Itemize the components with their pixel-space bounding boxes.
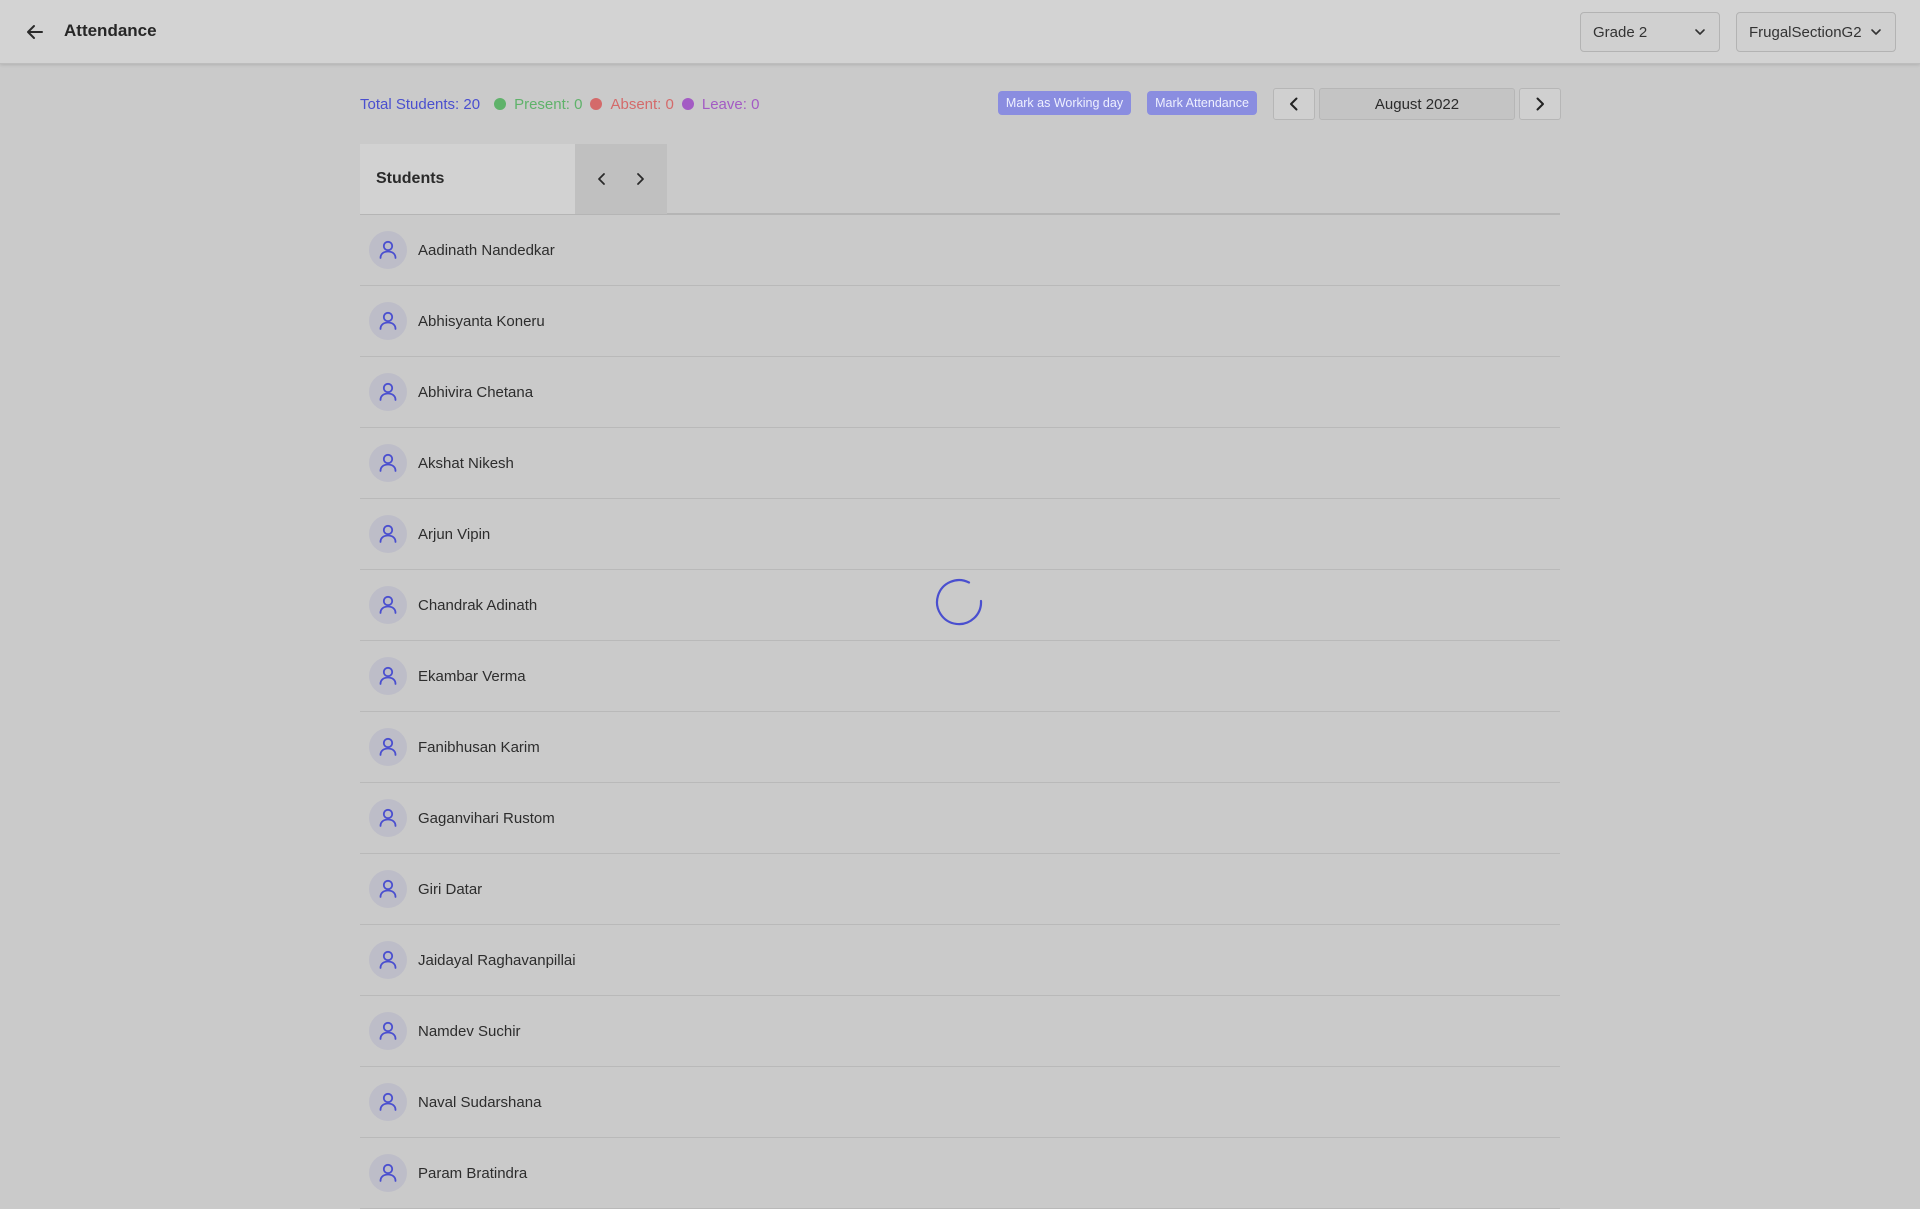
avatar <box>369 799 407 837</box>
avatar <box>369 373 407 411</box>
user-icon <box>379 524 397 543</box>
avatar <box>369 941 407 979</box>
student-list: Aadinath Nandedkar Abhisyanta Koneru Abhiv… <box>360 215 1560 1209</box>
avatar <box>369 728 407 766</box>
student-row[interactable]: Param Bratindra <box>360 1138 1560 1209</box>
student-row[interactable]: Abhisyanta Koneru <box>360 286 1560 357</box>
student-name: Gaganvihari Rustom <box>418 809 555 827</box>
grade-select-value: Grade 2 <box>1593 23 1648 41</box>
chevron-down-icon <box>1871 29 1881 35</box>
leave-count-item: Leave: 0 <box>681 95 760 113</box>
student-row[interactable]: Giri Datar <box>360 854 1560 925</box>
user-icon <box>379 1163 397 1182</box>
section-select[interactable]: FrugalSectionG2 <box>1736 12 1896 52</box>
page-title: Attendance <box>64 21 157 40</box>
student-row[interactable]: Ekambar Verma <box>360 641 1560 712</box>
chevron-right-icon <box>637 173 644 185</box>
student-name: Ekambar Verma <box>418 667 526 685</box>
user-icon <box>379 1092 397 1111</box>
student-row[interactable]: Abhivira Chetana <box>360 357 1560 428</box>
pager-next-button[interactable] <box>627 166 653 192</box>
previous-month-button[interactable] <box>1273 88 1315 120</box>
user-icon <box>379 311 397 330</box>
student-name: Aadinath Nandedkar <box>418 241 555 259</box>
avatar <box>369 515 407 553</box>
present-count: Present: 0 <box>514 95 583 113</box>
student-name: Naval Sudarshana <box>418 1093 542 1111</box>
leave-count: Leave: 0 <box>701 95 760 113</box>
user-icon <box>379 808 397 827</box>
absent-dot-icon <box>590 98 603 110</box>
student-name: Abhivira Chetana <box>418 383 534 401</box>
leave-dot-icon <box>681 98 694 110</box>
grade-select[interactable]: Grade 2 <box>1580 12 1720 52</box>
student-name: Jaidayal Raghavanpillai <box>418 951 576 969</box>
top-bar: Attendance Grade 2 FrugalSectionG2 <box>0 0 1920 64</box>
user-icon <box>379 737 397 756</box>
user-icon <box>379 595 397 614</box>
avatar <box>369 1083 407 1121</box>
student-row[interactable]: Fanibhusan Karim <box>360 712 1560 783</box>
next-month-button[interactable] <box>1519 88 1561 120</box>
chevron-left-icon <box>1290 97 1298 111</box>
current-month: August 2022 <box>1319 88 1515 120</box>
user-icon <box>379 382 397 401</box>
section-select-value: FrugalSectionG2 <box>1749 23 1862 41</box>
user-icon <box>379 950 397 969</box>
avatar <box>369 1154 407 1192</box>
student-row[interactable]: Namdev Suchir <box>360 996 1560 1067</box>
avatar <box>369 231 407 269</box>
avatar <box>369 586 407 624</box>
chevron-left-icon <box>598 173 605 185</box>
student-row[interactable]: Gaganvihari Rustom <box>360 783 1560 854</box>
student-name: Namdev Suchir <box>418 1022 521 1040</box>
student-row[interactable]: Jaidayal Raghavanpillai <box>360 925 1560 996</box>
student-row[interactable]: Aadinath Nandedkar <box>360 215 1560 286</box>
student-row[interactable]: Akshat Nikesh <box>360 428 1560 499</box>
student-name: Arjun Vipin <box>418 525 491 543</box>
students-column-header: Students <box>360 144 575 214</box>
avatar <box>369 1012 407 1050</box>
chevron-right-icon <box>1536 97 1544 111</box>
mark-attendance-button[interactable]: Mark Attendance <box>1147 91 1257 115</box>
student-name: Giri Datar <box>418 880 483 898</box>
present-dot-icon <box>494 98 507 110</box>
student-name: Fanibhusan Karim <box>418 738 540 756</box>
user-icon <box>379 453 397 472</box>
student-name: Akshat Nikesh <box>418 454 514 472</box>
avatar <box>369 870 407 908</box>
back-button[interactable] <box>20 18 50 46</box>
user-icon <box>379 1021 397 1040</box>
mark-working-day-button[interactable]: Mark as Working day <box>998 91 1131 115</box>
avatar <box>369 444 407 482</box>
user-icon <box>379 240 397 259</box>
arrow-left-icon <box>27 25 43 39</box>
student-row[interactable]: Naval Sudarshana <box>360 1067 1560 1138</box>
avatar <box>369 657 407 695</box>
student-name: Abhisyanta Koneru <box>418 312 545 330</box>
total-students: Total Students: 20 <box>360 95 481 113</box>
present-count-item: Present: 0 <box>494 96 582 113</box>
user-icon <box>379 666 397 685</box>
avatar <box>369 302 407 340</box>
attendance-summary: Total Students: 20 Present: 0 Absent: 0 … <box>360 94 767 114</box>
attendance-table-header: Students <box>360 144 1560 215</box>
loading-spinner-icon <box>935 579 983 626</box>
absent-count: Absent: 0 <box>610 95 674 113</box>
pager-prev-button[interactable] <box>589 166 615 192</box>
chevron-down-icon <box>1695 29 1705 35</box>
student-name: Chandrak Adinath <box>418 596 538 614</box>
user-icon <box>379 879 397 898</box>
date-pager <box>575 144 667 214</box>
student-row[interactable]: Arjun Vipin <box>360 499 1560 570</box>
absent-count-item: Absent: 0 <box>590 95 674 113</box>
student-name: Param Bratindra <box>418 1164 528 1182</box>
